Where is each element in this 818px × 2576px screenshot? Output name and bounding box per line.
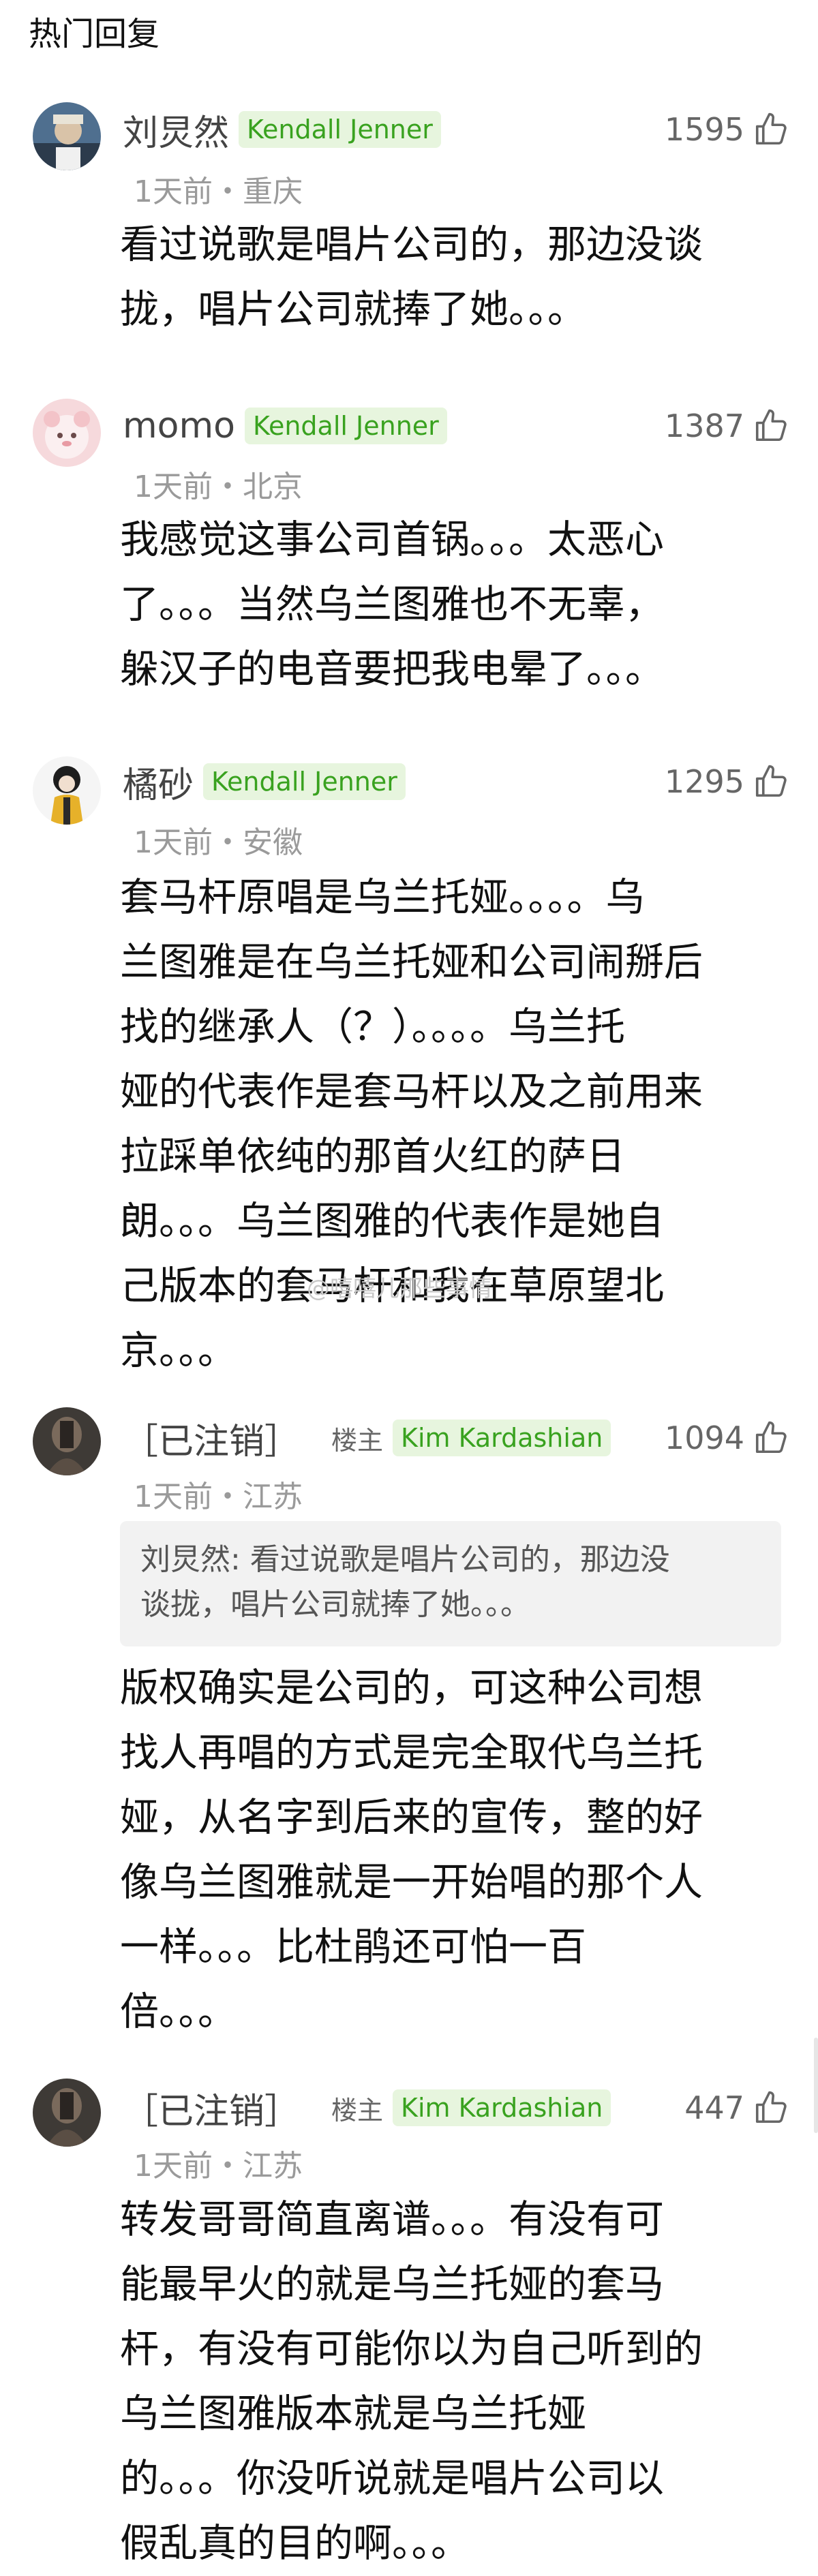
user-badge: Kendall Jenner [244, 408, 447, 444]
thumbs-up-icon[interactable] [753, 763, 789, 800]
quoted-reply[interactable]: 刘炅然: 看过说歌是唱片公司的，那边没 谈拢，唱片公司就捧了她。。。 [120, 1521, 781, 1646]
avatar[interactable] [33, 102, 101, 170]
username[interactable]: 刘炅然 [123, 104, 229, 155]
like-count: 447 [684, 2089, 744, 2126]
user-badge: Kendall Jenner [239, 111, 441, 148]
comment-meta: 1天前・北京 [134, 470, 303, 504]
username[interactable]: ［已注销］ [123, 2083, 300, 2134]
avatar[interactable] [33, 399, 101, 467]
like-count: 1387 [664, 408, 744, 444]
watermark: @嘻嘻儿那些事情 [307, 1275, 492, 1302]
avatar[interactable] [33, 2079, 101, 2147]
comment-text: 转发哥哥简直离谱。。。有没有可 能最早火的就是乌兰托娅的套马 杆，有没有可能你以… [120, 2197, 703, 2566]
thumbs-up-icon[interactable] [753, 111, 789, 148]
comment-meta: 1天前・江苏 [134, 1479, 303, 1514]
like-count: 1295 [664, 763, 744, 800]
section-title: 热门回复 [29, 15, 160, 53]
comment-meta: 1天前・江苏 [134, 2149, 303, 2183]
thumbs-up-icon[interactable] [753, 408, 789, 444]
like-count: 1595 [664, 111, 744, 148]
scrollbar[interactable] [814, 2038, 818, 2133]
user-badge: Kim Kardashian [393, 1420, 611, 1456]
comment-text: 看过说歌是唱片公司的，那边没谈 拢，唱片公司就捧了她。。。 [120, 222, 703, 332]
comment-text: 我感觉这事公司首锅。。。太恶心 了。。。当然乌兰图雅也不无辜， 躲汉子的电音要把… [120, 517, 664, 692]
user-badge: Kendall Jenner [203, 763, 406, 800]
avatar[interactable] [33, 1407, 101, 1475]
comment-meta: 1天前・重庆 [134, 174, 303, 209]
user-badge: Kim Kardashian [393, 2089, 611, 2126]
comment-meta: 1天前・安徽 [134, 825, 303, 860]
username[interactable]: ［已注销］ [123, 1413, 300, 1464]
owner-tag: 楼主 [331, 2095, 384, 2126]
thumbs-up-icon[interactable] [753, 1420, 789, 1456]
username[interactable]: momo [123, 405, 235, 446]
like-count: 1094 [664, 1420, 744, 1456]
comment-text: 套马杆原唱是乌兰托娅。。。。乌 兰图雅是在乌兰托娅和公司闹掰后 找的继承人（？）… [120, 875, 703, 1373]
thumbs-up-icon[interactable] [753, 2089, 789, 2126]
username[interactable]: 橘砂 [123, 756, 194, 808]
comment-text: 版权确实是公司的，可这种公司想 找人再唱的方式是完全取代乌兰托 娅，从名字到后来… [120, 1666, 703, 2034]
owner-tag: 楼主 [331, 1425, 384, 1456]
avatar[interactable] [33, 756, 101, 825]
